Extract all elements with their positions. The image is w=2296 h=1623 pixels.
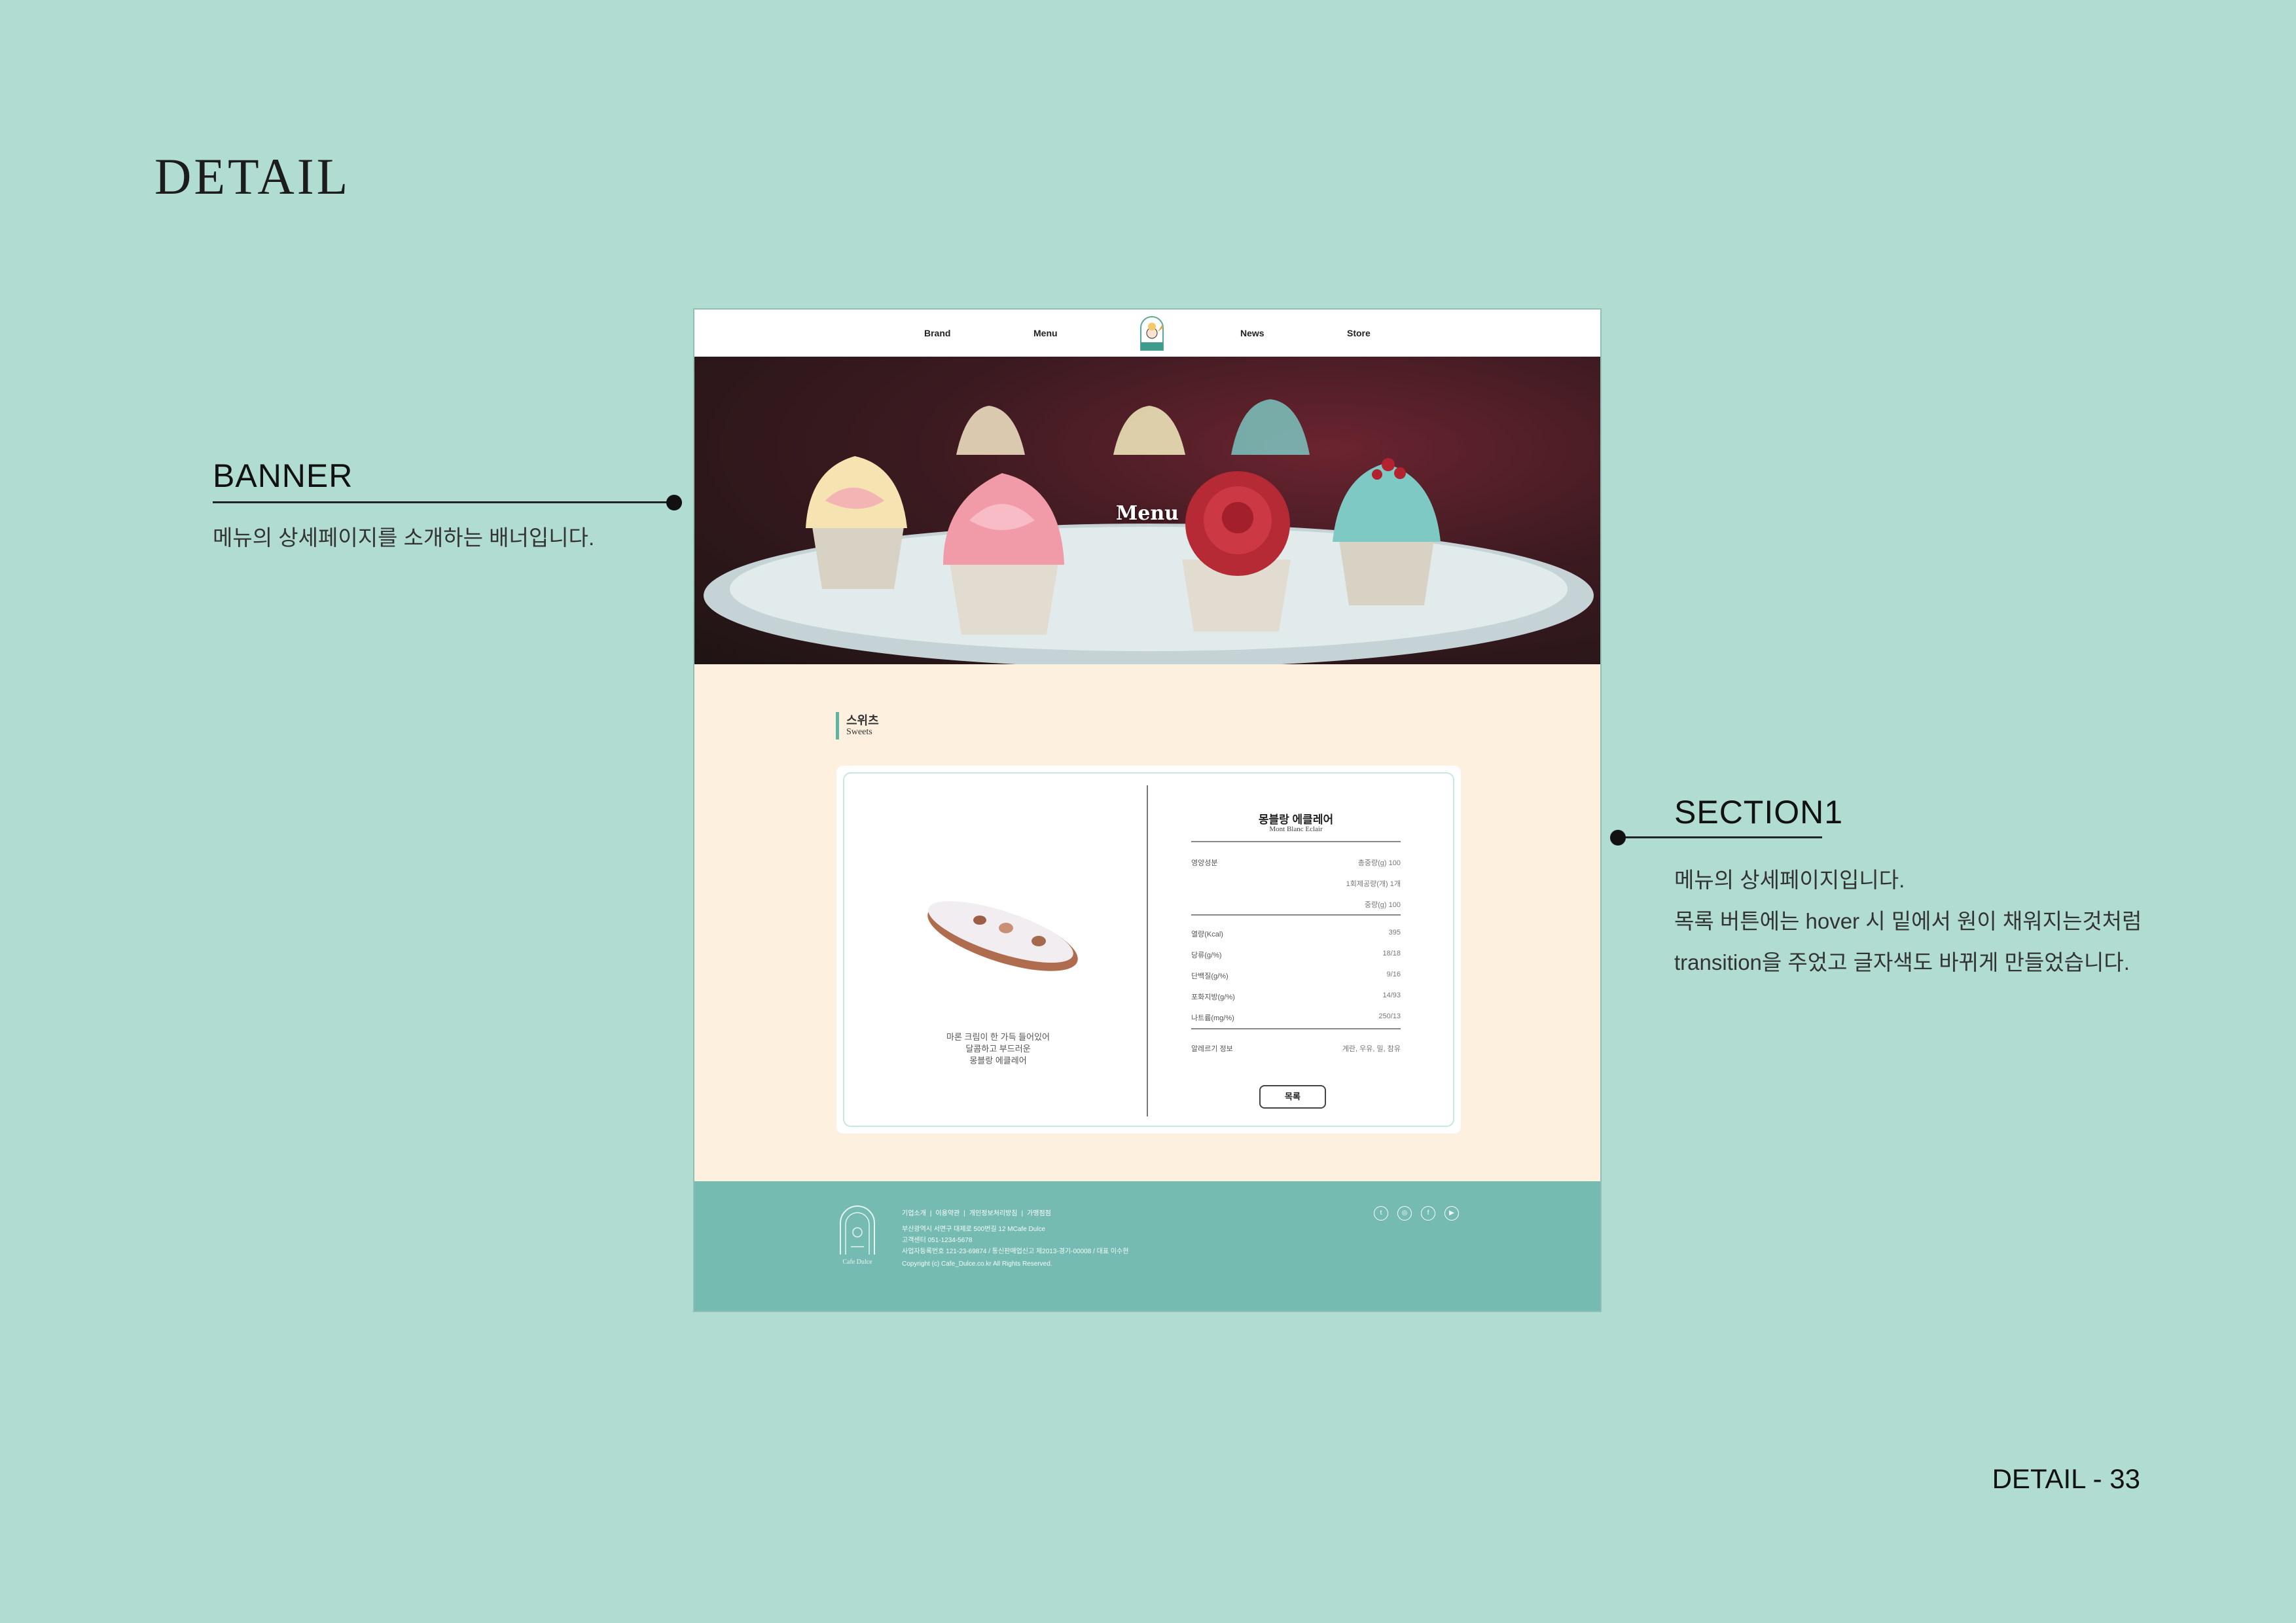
nutrition-key: 나트륨(mg/%) [1191,1014,1234,1022]
banner-note-title: BANNER [213,457,353,494]
description-line: 몽블랑 에클레어 [969,1056,1027,1065]
info-value: 1회제공량(개) 1개 [1346,880,1401,888]
footer-logo-text: Cafe Dulce [842,1258,872,1266]
nav-item-store[interactable]: Store [1347,328,1371,338]
eclair-image [927,901,1078,971]
section-note-line: 목록 버튼에는 hover 시 밑에서 원이 채워지는것처럼 [1674,909,2142,933]
site-footer: Cafe Dulce 기업소개 | 이용약관 | 개인정보처리방침 | 가맹점점 부산광역시… [694,1181,1600,1311]
nutrition-value: 14/93 [1382,991,1401,999]
allergy-value: 계란, 우유, 밀, 참유 [1342,1045,1401,1053]
nutrition-value: 250/13 [1378,1012,1401,1020]
product-subtitle: Mont Blanc Eclair [1269,825,1323,833]
category-title: 스위츠 [846,714,879,727]
product-card-inner: 마론 크림이 한 가득 들어있어 달콤하고 부드러운 몽블랑 에클레어 몽블랑 … [843,772,1454,1127]
footer-link-terms[interactable]: 이용약관 [935,1210,960,1217]
nutrition-value: 9/16 [1386,971,1401,978]
category-accent-bar [836,712,839,740]
section-note-line: transition을 주었고 글자색도 바뀌게 만들었습니다. [1674,950,2130,974]
section-note-text: 메뉴의 상세페이지입니다. 목록 버튼에는 hover 시 밑에서 원이 채워지… [1674,859,2142,983]
nutrition-key: 단백질(g/%) [1191,972,1229,980]
description-line: 달콤하고 부드러운 [965,1044,1031,1054]
footer-copyright: Copyright (c) Cafe_Dulce.co.kr All Right… [902,1260,1052,1268]
slide-title: DETAIL [154,148,351,205]
footer-address: 부산광역시 서면구 대제로 500번길 12 MCafe Dulce [902,1226,1046,1233]
footer-phone: 고객센터 051-1234-5678 [902,1237,973,1244]
category-subtitle: Sweets [846,727,872,737]
nutrition-value: 395 [1388,929,1401,936]
table-divider [1191,1028,1401,1029]
footer-link-company[interactable]: 기업소개 [902,1210,926,1217]
nav-item-news[interactable]: News [1240,328,1265,338]
product-description: 마론 크림이 한 가득 들어있어 달콤하고 부드러운 몽블랑 에클레어 [870,1031,1126,1067]
section-note-line: 메뉴의 상세페이지입니다. [1674,868,1905,892]
nutrition-key: 열량(Kcal) [1191,931,1223,938]
info-value: 총중량(g) 100 [1357,859,1401,867]
facebook-icon[interactable]: f [1421,1206,1435,1221]
footer-link-privacy[interactable]: 개인정보처리방침 [969,1210,1018,1217]
page-label: DETAIL - 33 [1992,1463,2140,1494]
top-nav: Brand Menu News Store [694,310,1600,357]
table-divider [1191,914,1401,916]
footer-links: 기업소개 | 이용약관 | 개인정보처리방침 | 가맹점점 [902,1210,1051,1217]
nutrition-key: 포화지방(g/%) [1191,993,1235,1001]
section-leader-dot [1610,830,1626,846]
banner-leader-line [213,501,674,503]
product-section: 스위츠 Sweets 마론 크림이 한 가득 들어있어 달콤하고 부드러운 몽블… [694,664,1600,1181]
banner-leader-dot [666,495,682,510]
banner-title: Menu [1116,502,1179,525]
banner-note-text: 메뉴의 상세페이지를 소개하는 배너입니다. [213,526,595,550]
product-card: 마론 크림이 한 가득 들어있어 달콤하고 부드러운 몽블랑 에클레어 몽블랑 … [836,766,1461,1133]
hero-banner: Menu [694,357,1600,664]
info-value: 중량(g) 100 [1364,901,1401,909]
instagram-icon[interactable]: ◎ [1397,1206,1412,1221]
cafe-logo-icon[interactable] [1134,313,1170,353]
allergy-key: 알레르기 정보 [1191,1045,1233,1053]
nav-item-menu[interactable]: Menu [1033,328,1058,338]
twitter-icon[interactable]: t [1374,1206,1388,1221]
section-leader-line [1618,836,1822,838]
nutrition-key: 당류(g/%) [1191,952,1222,959]
footer-link-franchise[interactable]: 가맹점점 [1027,1210,1051,1217]
footer-logo-icon[interactable]: Cafe Dulce [834,1204,881,1266]
product-title: 몽블랑 에클레어 [1258,813,1334,826]
table-divider [1191,841,1401,842]
footer-business-info: 사업자등록번호 121-23-69874 / 통신판매업신고 제2013-경기-… [902,1248,1129,1255]
list-button[interactable]: 목록 [1259,1085,1326,1109]
nav-item-brand[interactable]: Brand [924,328,950,338]
website-mockup: Brand Menu News Store Menu 스위츠 Sweets 마론… [693,308,1602,1312]
card-divider [1147,785,1148,1116]
youtube-icon[interactable]: ▶ [1444,1206,1459,1221]
description-line: 마론 크림이 한 가득 들어있어 [946,1032,1050,1042]
section-note-title: SECTION1 [1674,794,1844,830]
nutrition-value: 18/18 [1382,950,1401,957]
info-key: 영양성분 [1191,859,1218,867]
